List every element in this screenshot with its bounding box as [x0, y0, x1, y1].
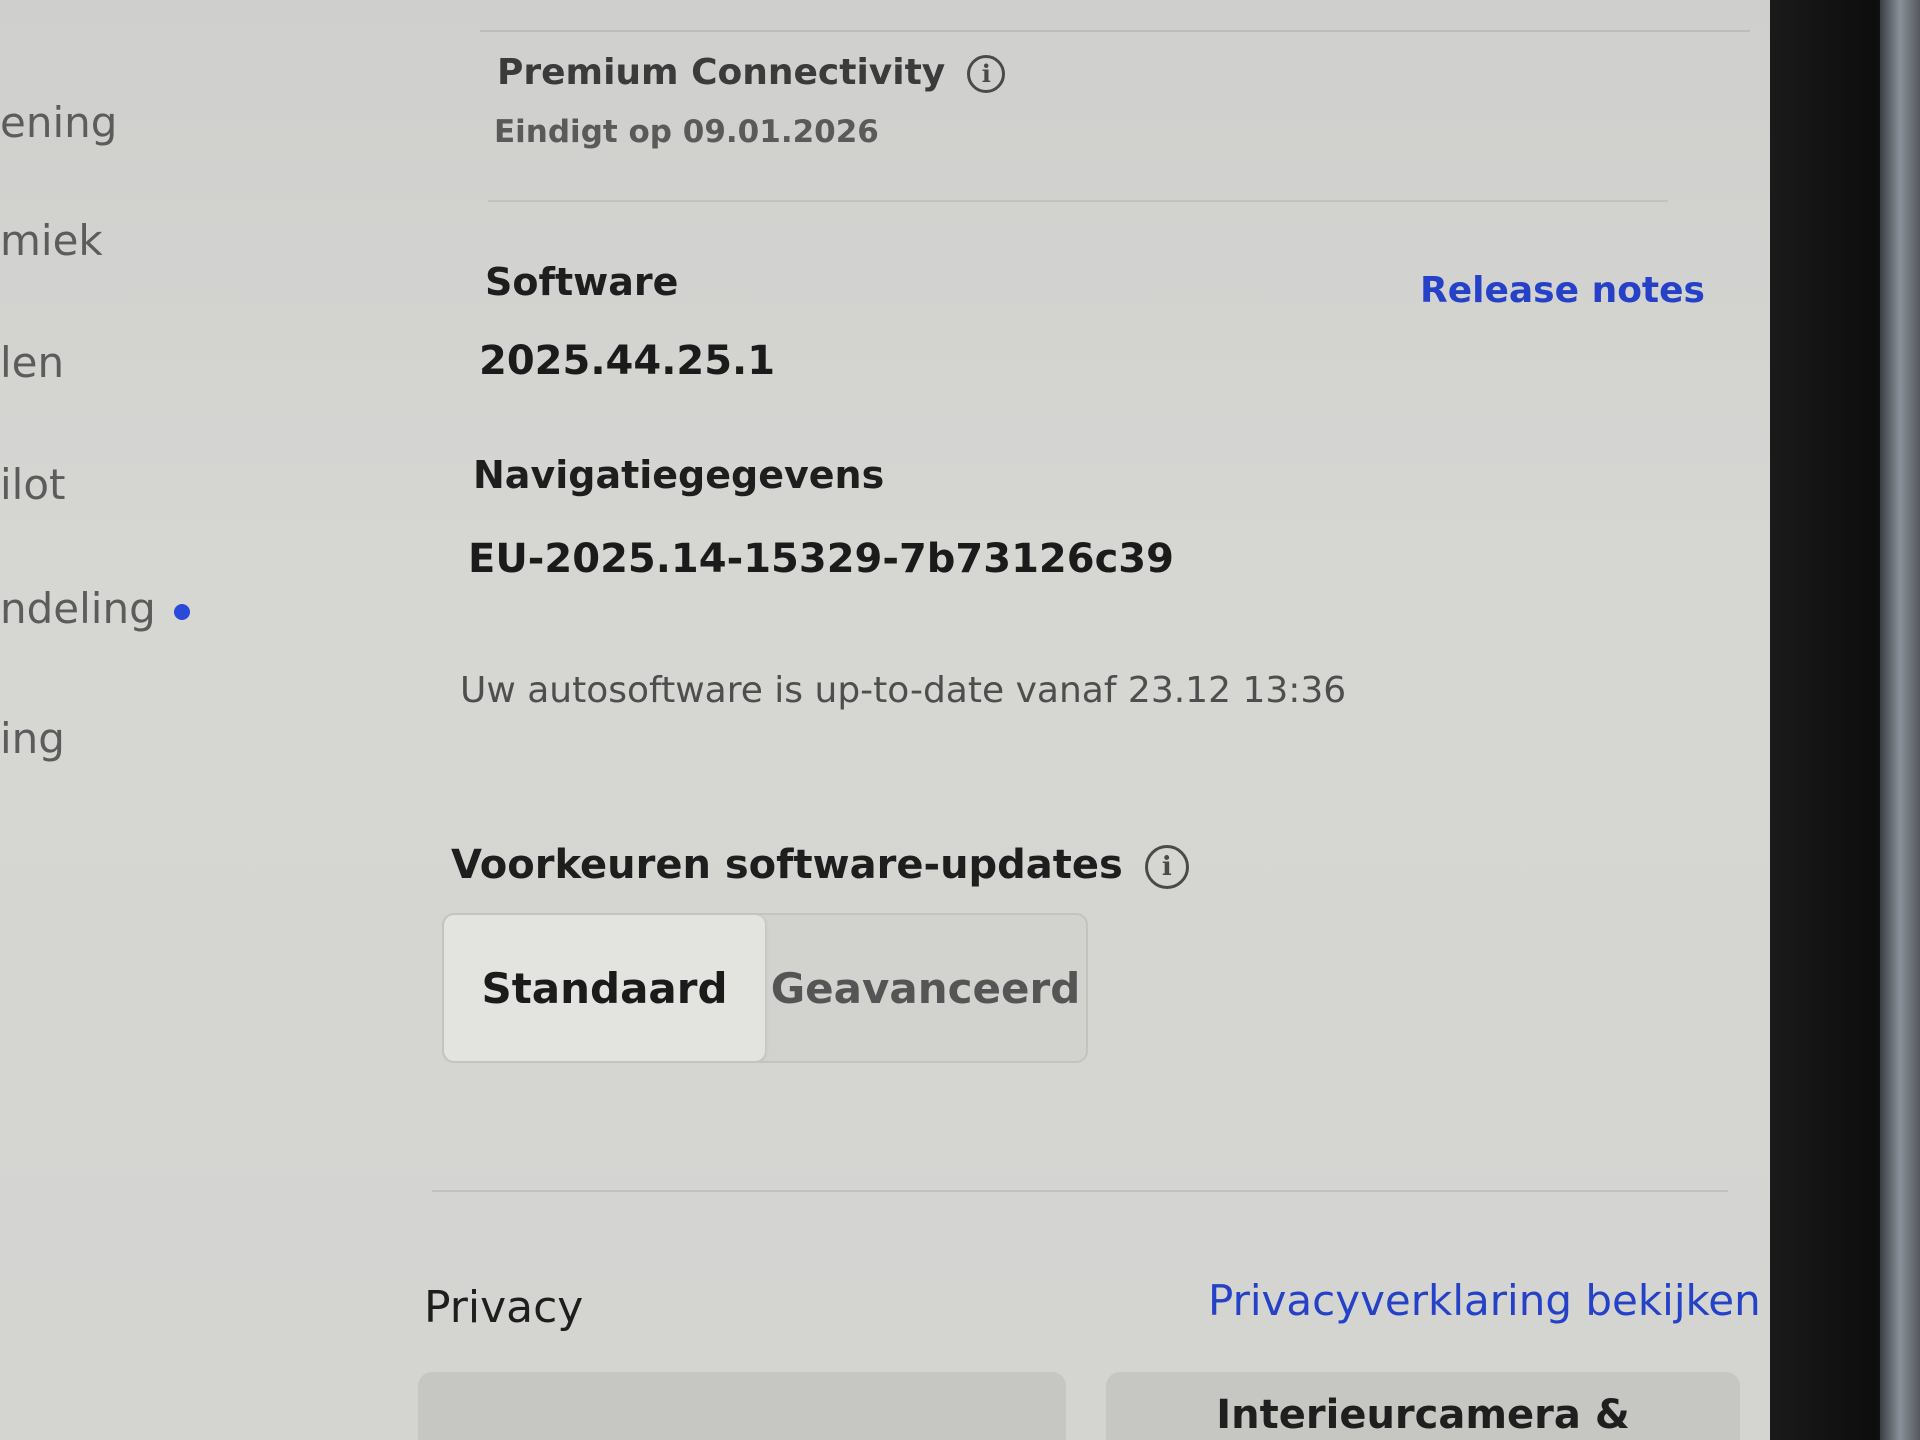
- sidebar-item-6[interactable]: ing: [0, 714, 65, 763]
- settings-screen: ening miek len ilot ndeling ing Premium …: [0, 0, 1770, 1440]
- connectivity-title: Premium Connectivity i: [497, 52, 1006, 93]
- sidebar-item-3[interactable]: len: [0, 338, 64, 387]
- privacy-statement-link[interactable]: Privacyverklaring bekijken: [1208, 1276, 1761, 1325]
- sidebar-item-2[interactable]: miek: [0, 216, 103, 265]
- sidebar-item-label: miek: [0, 216, 103, 265]
- release-notes-link[interactable]: Release notes: [1420, 270, 1705, 311]
- notification-dot: [173, 603, 190, 620]
- info-icon[interactable]: i: [1144, 845, 1189, 889]
- privacy-card-interior-camera[interactable]: Interieurcamera &: [1106, 1372, 1740, 1440]
- privacy-card-1[interactable]: [418, 1372, 1066, 1440]
- update-preferences-title-text: Voorkeuren software-updates: [451, 842, 1123, 888]
- connectivity-expiry: Eindigt op 09.01.2026: [494, 114, 879, 150]
- divider: [432, 1190, 1728, 1192]
- navigation-data-label: Navigatiegegevens: [473, 453, 885, 497]
- software-status-text: Uw autosoftware is up-to-date vanaf 23.1…: [460, 670, 1347, 711]
- connectivity-title-text: Premium Connectivity: [497, 52, 946, 93]
- sidebar-item-5[interactable]: ndeling: [0, 584, 190, 633]
- divider: [488, 200, 1668, 202]
- sidebar-item-label: ilot: [0, 460, 66, 509]
- sidebar-item-label: ndeling: [0, 584, 156, 633]
- navigation-data-value: EU-2025.14-15329-7b73126c39: [468, 536, 1174, 582]
- option-standaard[interactable]: Standaard: [444, 915, 765, 1061]
- software-label: Software: [485, 260, 679, 304]
- window-edge: [1880, 0, 1920, 1440]
- software-version: 2025.44.25.1: [479, 338, 776, 384]
- update-preference-toggle[interactable]: Standaard Geavanceerd: [442, 913, 1088, 1063]
- privacy-title: Privacy: [424, 1282, 584, 1333]
- update-preferences-title: Voorkeuren software-updates i: [451, 842, 1189, 889]
- divider: [480, 30, 1750, 32]
- sidebar-item-label: ening: [0, 98, 118, 147]
- sidebar-item-1[interactable]: ening: [0, 98, 117, 147]
- option-geavanceerd[interactable]: Geavanceerd: [765, 915, 1086, 1061]
- sidebar-item-4[interactable]: ilot: [0, 460, 66, 509]
- privacy-card-label: Interieurcamera &: [1216, 1392, 1630, 1438]
- sidebar-item-label: ing: [0, 714, 65, 763]
- sidebar-item-label: len: [0, 338, 65, 387]
- info-icon[interactable]: i: [967, 55, 1006, 93]
